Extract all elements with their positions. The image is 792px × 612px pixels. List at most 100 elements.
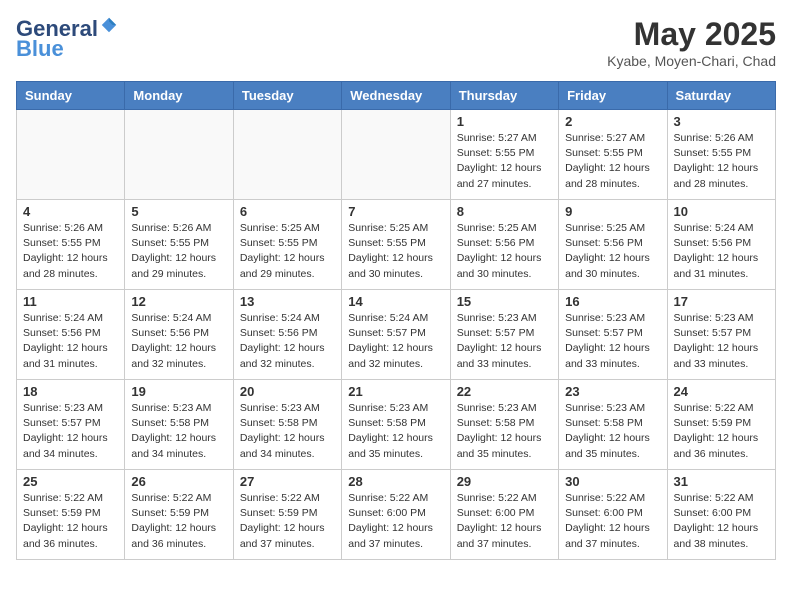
- calendar-cell: 27 Sunrise: 5:22 AM Sunset: 5:59 PM Dayli…: [233, 470, 341, 560]
- calendar-cell: 2 Sunrise: 5:27 AM Sunset: 5:55 PM Daylig…: [559, 110, 667, 200]
- weekday-header: Thursday: [450, 82, 558, 110]
- day-info: Sunrise: 5:24 AM Sunset: 5:56 PM Dayligh…: [240, 311, 335, 372]
- day-info: Sunrise: 5:25 AM Sunset: 5:55 PM Dayligh…: [240, 221, 335, 282]
- weekday-header: Sunday: [17, 82, 125, 110]
- calendar-cell: 17Sunrise: 5:23 AM Sunset: 5:57 PM Dayli…: [667, 290, 775, 380]
- calendar-cell: 3 Sunrise: 5:26 AM Sunset: 5:55 PM Daylig…: [667, 110, 775, 200]
- day-number: 13: [240, 294, 335, 309]
- calendar-week-row: 1 Sunrise: 5:27 AM Sunset: 5:55 PM Daylig…: [17, 110, 776, 200]
- day-number: 19: [131, 384, 226, 399]
- day-number: 28: [348, 474, 443, 489]
- calendar-cell: [342, 110, 450, 200]
- day-info: Sunrise: 5:24 AM Sunset: 5:57 PM Dayligh…: [348, 311, 443, 372]
- day-number: 15: [457, 294, 552, 309]
- day-info: Sunrise: 5:27 AM Sunset: 5:55 PM Dayligh…: [565, 131, 660, 192]
- calendar-cell: 9 Sunrise: 5:25 AM Sunset: 5:56 PM Daylig…: [559, 200, 667, 290]
- calendar-cell: 25 Sunrise: 5:22 AM Sunset: 5:59 PM Dayli…: [17, 470, 125, 560]
- month-title: May 2025: [607, 16, 776, 53]
- day-number: 21: [348, 384, 443, 399]
- calendar-cell: [125, 110, 233, 200]
- day-number: 2: [565, 114, 660, 129]
- day-info: Sunrise: 5:23 AM Sunset: 5:57 PM Dayligh…: [23, 401, 118, 462]
- day-number: 10: [674, 204, 769, 219]
- day-info: Sunrise: 5:23 AM Sunset: 5:58 PM Dayligh…: [457, 401, 552, 462]
- day-number: 1: [457, 114, 552, 129]
- day-info: Sunrise: 5:25 AM Sunset: 5:56 PM Dayligh…: [457, 221, 552, 282]
- calendar-cell: 13 Sunrise: 5:24 AM Sunset: 5:56 PM Dayli…: [233, 290, 341, 380]
- weekday-header: Friday: [559, 82, 667, 110]
- calendar-cell: 1 Sunrise: 5:27 AM Sunset: 5:55 PM Daylig…: [450, 110, 558, 200]
- day-number: 24: [674, 384, 769, 399]
- day-info: Sunrise: 5:22 AM Sunset: 6:00 PM Dayligh…: [457, 491, 552, 552]
- day-number: 14: [348, 294, 443, 309]
- calendar-cell: 26Sunrise: 5:22 AM Sunset: 5:59 PM Dayli…: [125, 470, 233, 560]
- day-number: 6: [240, 204, 335, 219]
- day-number: 25: [23, 474, 118, 489]
- day-info: Sunrise: 5:23 AM Sunset: 5:57 PM Dayligh…: [565, 311, 660, 372]
- day-info: Sunrise: 5:22 AM Sunset: 5:59 PM Dayligh…: [23, 491, 118, 552]
- weekday-header: Monday: [125, 82, 233, 110]
- title-area: May 2025 Kyabe, Moyen-Chari, Chad: [607, 16, 776, 69]
- day-info: Sunrise: 5:24 AM Sunset: 5:56 PM Dayligh…: [23, 311, 118, 372]
- calendar-cell: 28Sunrise: 5:22 AM Sunset: 6:00 PM Dayli…: [342, 470, 450, 560]
- page-header: General Blue May 2025 Kyabe, Moyen-Chari…: [16, 16, 776, 69]
- day-number: 11: [23, 294, 118, 309]
- calendar-cell: 4Sunrise: 5:26 AM Sunset: 5:55 PM Daylig…: [17, 200, 125, 290]
- day-info: Sunrise: 5:23 AM Sunset: 5:57 PM Dayligh…: [457, 311, 552, 372]
- logo-blue: Blue: [16, 36, 64, 62]
- weekday-header: Saturday: [667, 82, 775, 110]
- day-number: 18: [23, 384, 118, 399]
- day-number: 7: [348, 204, 443, 219]
- calendar-cell: 6 Sunrise: 5:25 AM Sunset: 5:55 PM Daylig…: [233, 200, 341, 290]
- day-number: 26: [131, 474, 226, 489]
- calendar-cell: 5Sunrise: 5:26 AM Sunset: 5:55 PM Daylig…: [125, 200, 233, 290]
- calendar-cell: 10Sunrise: 5:24 AM Sunset: 5:56 PM Dayli…: [667, 200, 775, 290]
- calendar-week-row: 25 Sunrise: 5:22 AM Sunset: 5:59 PM Dayli…: [17, 470, 776, 560]
- day-number: 23: [565, 384, 660, 399]
- calendar-cell: 20 Sunrise: 5:23 AM Sunset: 5:58 PM Dayli…: [233, 380, 341, 470]
- day-number: 12: [131, 294, 226, 309]
- logo-icon: [100, 16, 118, 34]
- day-info: Sunrise: 5:23 AM Sunset: 5:58 PM Dayligh…: [131, 401, 226, 462]
- day-info: Sunrise: 5:22 AM Sunset: 5:59 PM Dayligh…: [240, 491, 335, 552]
- calendar-cell: 16Sunrise: 5:23 AM Sunset: 5:57 PM Dayli…: [559, 290, 667, 380]
- calendar-cell: 19 Sunrise: 5:23 AM Sunset: 5:58 PM Dayli…: [125, 380, 233, 470]
- day-info: Sunrise: 5:23 AM Sunset: 5:58 PM Dayligh…: [240, 401, 335, 462]
- calendar-cell: 15 Sunrise: 5:23 AM Sunset: 5:57 PM Dayli…: [450, 290, 558, 380]
- calendar-cell: 22 Sunrise: 5:23 AM Sunset: 5:58 PM Dayli…: [450, 380, 558, 470]
- calendar-cell: 8Sunrise: 5:25 AM Sunset: 5:56 PM Daylig…: [450, 200, 558, 290]
- day-number: 3: [674, 114, 769, 129]
- day-info: Sunrise: 5:25 AM Sunset: 5:56 PM Dayligh…: [565, 221, 660, 282]
- calendar-cell: [17, 110, 125, 200]
- calendar-cell: 31Sunrise: 5:22 AM Sunset: 6:00 PM Dayli…: [667, 470, 775, 560]
- calendar-cell: 23 Sunrise: 5:23 AM Sunset: 5:58 PM Dayli…: [559, 380, 667, 470]
- logo: General Blue: [16, 16, 118, 62]
- day-number: 9: [565, 204, 660, 219]
- weekday-header: Tuesday: [233, 82, 341, 110]
- calendar-cell: [233, 110, 341, 200]
- day-number: 27: [240, 474, 335, 489]
- calendar-cell: 11 Sunrise: 5:24 AM Sunset: 5:56 PM Dayli…: [17, 290, 125, 380]
- day-info: Sunrise: 5:24 AM Sunset: 5:56 PM Dayligh…: [131, 311, 226, 372]
- calendar-week-row: 18 Sunrise: 5:23 AM Sunset: 5:57 PM Dayli…: [17, 380, 776, 470]
- calendar-cell: 12 Sunrise: 5:24 AM Sunset: 5:56 PM Dayli…: [125, 290, 233, 380]
- day-info: Sunrise: 5:26 AM Sunset: 5:55 PM Dayligh…: [131, 221, 226, 282]
- calendar-week-row: 11 Sunrise: 5:24 AM Sunset: 5:56 PM Dayli…: [17, 290, 776, 380]
- calendar-header: SundayMondayTuesdayWednesdayThursdayFrid…: [17, 82, 776, 110]
- calendar-cell: 24Sunrise: 5:22 AM Sunset: 5:59 PM Dayli…: [667, 380, 775, 470]
- day-info: Sunrise: 5:23 AM Sunset: 5:57 PM Dayligh…: [674, 311, 769, 372]
- day-info: Sunrise: 5:25 AM Sunset: 5:55 PM Dayligh…: [348, 221, 443, 282]
- calendar-cell: 30Sunrise: 5:22 AM Sunset: 6:00 PM Dayli…: [559, 470, 667, 560]
- calendar-cell: 14 Sunrise: 5:24 AM Sunset: 5:57 PM Dayli…: [342, 290, 450, 380]
- day-info: Sunrise: 5:23 AM Sunset: 5:58 PM Dayligh…: [565, 401, 660, 462]
- weekday-header: Wednesday: [342, 82, 450, 110]
- day-info: Sunrise: 5:26 AM Sunset: 5:55 PM Dayligh…: [674, 131, 769, 192]
- location: Kyabe, Moyen-Chari, Chad: [607, 53, 776, 69]
- day-number: 30: [565, 474, 660, 489]
- day-number: 22: [457, 384, 552, 399]
- calendar-table: SundayMondayTuesdayWednesdayThursdayFrid…: [16, 81, 776, 560]
- day-number: 31: [674, 474, 769, 489]
- day-number: 29: [457, 474, 552, 489]
- day-number: 20: [240, 384, 335, 399]
- day-info: Sunrise: 5:27 AM Sunset: 5:55 PM Dayligh…: [457, 131, 552, 192]
